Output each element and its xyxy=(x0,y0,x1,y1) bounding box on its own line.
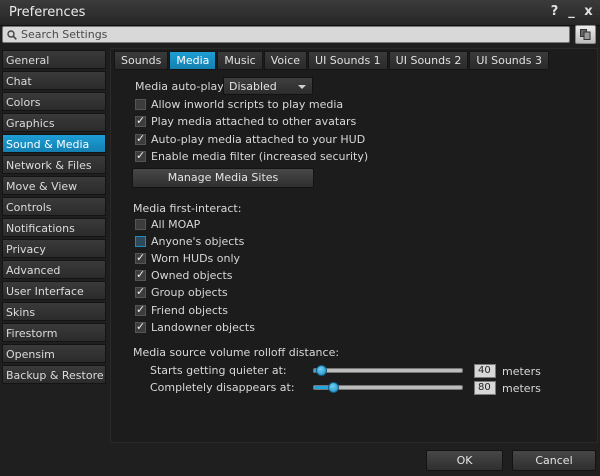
checkbox-label: Anyone's objects xyxy=(151,235,245,249)
checkbox-label: Play media attached to other avatars xyxy=(151,115,357,129)
quieter-value-field[interactable]: 40 xyxy=(474,364,496,378)
chevron-down-icon xyxy=(298,85,306,89)
quieter-slider[interactable] xyxy=(313,368,463,373)
tab-ui-sounds-2[interactable]: UI Sounds 2 xyxy=(388,51,469,70)
checkbox[interactable] xyxy=(135,236,146,248)
tab-voice[interactable]: Voice xyxy=(263,51,308,70)
tab-bar: Sounds Media Music Voice UI Sounds 1 UI Sound… xyxy=(114,51,550,70)
checkbox[interactable] xyxy=(135,219,146,230)
search-icon xyxy=(7,30,17,40)
checkbox-row[interactable]: Owned objects xyxy=(135,268,233,283)
sidebar-item-notifications[interactable]: Notifications xyxy=(2,218,106,237)
search-bar xyxy=(2,26,570,43)
tab-music[interactable]: Music xyxy=(217,51,263,70)
checkbox-label: Group objects xyxy=(151,286,228,300)
sidebar-item-backup-restore[interactable]: Backup & Restore xyxy=(2,365,106,384)
checkbox-label: All MOAP xyxy=(151,218,201,231)
checkbox[interactable] xyxy=(135,114,146,128)
category-sidebar: General Chat Colors Graphics Sound & Media Ne… xyxy=(2,50,106,386)
sidebar-item-advanced[interactable]: Advanced xyxy=(2,260,106,279)
window-title: Preferences xyxy=(9,5,86,20)
rolloff-label: Media source volume rolloff distance: xyxy=(133,346,340,359)
preferences-window: Preferences ? _ x General Chat Colors Graph… xyxy=(0,0,600,476)
autoplay-value: Disabled xyxy=(229,80,277,93)
first-interact-label: Media first-interact: xyxy=(133,202,242,215)
tab-ui-sounds-3[interactable]: UI Sounds 3 xyxy=(469,51,549,70)
checkbox[interactable] xyxy=(135,99,146,110)
checkbox-label: Auto-play media attached to your HUD xyxy=(151,132,366,146)
sidebar-item-colors[interactable]: Colors xyxy=(2,92,106,111)
help-icon[interactable]: ? xyxy=(549,4,560,20)
sidebar-item-chat[interactable]: Chat xyxy=(2,71,106,90)
disappears-units: meters xyxy=(502,382,541,395)
checkbox-label: Enable media filter (increased security) xyxy=(151,149,369,163)
checkbox-row[interactable]: Landowner objects xyxy=(135,320,255,335)
quieter-slider-thumb[interactable] xyxy=(316,365,327,376)
tab-media[interactable]: Media xyxy=(169,51,217,70)
disappears-label: Completely disappears at: xyxy=(150,381,295,394)
checkbox-row[interactable]: Friend objects xyxy=(135,303,228,318)
sidebar-item-firestorm[interactable]: Firestorm xyxy=(2,323,106,342)
ok-button[interactable]: OK xyxy=(426,450,503,471)
tab-ui-sounds-1[interactable]: UI Sounds 1 xyxy=(308,51,388,70)
checkbox[interactable] xyxy=(135,285,146,299)
minimize-icon[interactable]: _ xyxy=(566,4,577,20)
checkbox[interactable] xyxy=(135,268,146,282)
sidebar-item-sound-media[interactable]: Sound & Media xyxy=(2,134,106,153)
sidebar-item-opensim[interactable]: Opensim xyxy=(2,344,106,363)
checkbox-label: Allow inworld scripts to play media xyxy=(151,98,344,111)
quieter-label: Starts getting quieter at: xyxy=(150,364,287,377)
settings-tree-button[interactable] xyxy=(575,25,596,44)
window-controls: ? _ x xyxy=(549,4,594,20)
checkbox-label: Worn HUDs only xyxy=(151,252,241,266)
sidebar-item-skins[interactable]: Skins xyxy=(2,302,106,321)
checkbox-row[interactable]: Group objects xyxy=(135,285,228,300)
checkbox-row[interactable]: All MOAP xyxy=(135,217,200,232)
autoplay-dropdown[interactable]: Disabled xyxy=(223,77,313,95)
checkbox[interactable] xyxy=(135,132,146,145)
sidebar-item-controls[interactable]: Controls xyxy=(2,197,106,216)
checkbox[interactable] xyxy=(135,251,146,265)
copy-icon xyxy=(580,29,591,40)
checkbox-label: Landowner objects xyxy=(151,320,255,334)
checkbox-label: Friend objects xyxy=(151,303,228,317)
sidebar-item-move-view[interactable]: Move & View xyxy=(2,176,106,195)
sidebar-item-graphics[interactable]: Graphics xyxy=(2,113,106,132)
title-bar[interactable]: Preferences ? _ x xyxy=(0,0,600,26)
checkbox-row[interactable]: Play media attached to other avatars xyxy=(135,114,356,129)
checkbox-row[interactable]: Allow inworld scripts to play media xyxy=(135,97,343,112)
checkbox-label: Owned objects xyxy=(151,269,233,283)
checkbox[interactable] xyxy=(135,320,146,333)
sidebar-item-user-interface[interactable]: User Interface xyxy=(2,281,106,300)
sidebar-item-general[interactable]: General xyxy=(2,50,106,69)
cancel-button[interactable]: Cancel xyxy=(512,450,596,471)
close-icon[interactable]: x xyxy=(583,4,594,20)
disappears-value-field[interactable]: 80 xyxy=(474,381,496,395)
disappears-slider-thumb[interactable] xyxy=(328,382,339,393)
manage-media-sites-button[interactable]: Manage Media Sites xyxy=(132,168,314,188)
checkbox[interactable] xyxy=(135,303,146,316)
tab-sounds[interactable]: Sounds xyxy=(114,51,169,70)
checkbox[interactable] xyxy=(135,149,146,162)
sidebar-item-privacy[interactable]: Privacy xyxy=(2,239,106,258)
search-input[interactable] xyxy=(21,27,561,42)
quieter-units: meters xyxy=(502,365,541,378)
checkbox-row[interactable]: Auto-play media attached to your HUD xyxy=(135,132,365,147)
autoplay-label: Media auto-play xyxy=(135,80,224,93)
checkbox-row[interactable]: Enable media filter (increased security) xyxy=(135,149,368,164)
sidebar-item-network-files[interactable]: Network & Files xyxy=(2,155,106,174)
checkbox-row[interactable]: Anyone's objects xyxy=(135,234,244,249)
checkbox-row[interactable]: Worn HUDs only xyxy=(135,251,240,266)
